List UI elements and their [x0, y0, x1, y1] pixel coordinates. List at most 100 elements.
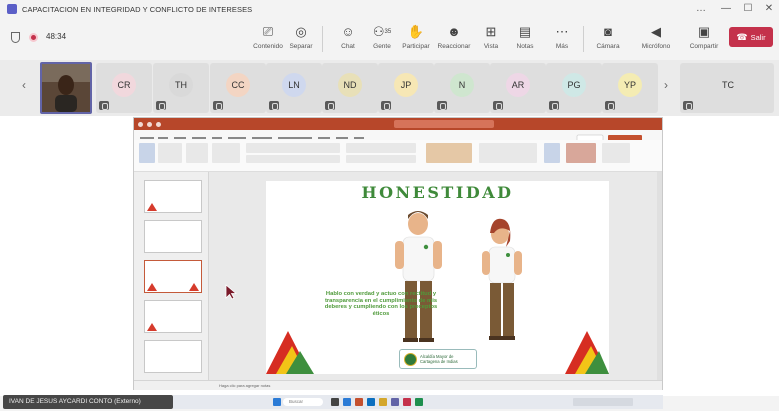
- slide-thumbnail-selected[interactable]: [144, 260, 202, 293]
- slide-thumbnail[interactable]: [144, 220, 202, 253]
- participant-tile[interactable]: TC: [680, 63, 774, 113]
- paragraph-align-group[interactable]: [346, 155, 416, 163]
- search-input[interactable]: [394, 120, 494, 128]
- editing-group[interactable]: [479, 143, 537, 163]
- new-slide-button[interactable]: [186, 143, 208, 163]
- self-video-tile[interactable]: [40, 62, 92, 114]
- avatar: LN: [282, 73, 306, 97]
- ribbon-tabs: [134, 130, 662, 142]
- vertical-scrollbar[interactable]: [657, 172, 662, 380]
- microphone-button[interactable]: ◀ Micrófono: [638, 22, 674, 58]
- participant-tile[interactable]: N: [434, 63, 490, 113]
- slide-thumbnail[interactable]: [144, 180, 202, 213]
- participants-strip: ‹ › CR TH CC LN ND JP N AR PG YP TC: [0, 60, 779, 116]
- clipboard-group[interactable]: [158, 143, 182, 163]
- avatar: JP: [394, 73, 418, 97]
- participant-tile[interactable]: YP: [602, 63, 658, 113]
- close-button[interactable]: ✕: [758, 0, 779, 18]
- more-options-icon[interactable]: …: [690, 0, 712, 18]
- paste-button[interactable]: [139, 143, 155, 163]
- presenter-name-label: IVAN DE JESUS AYCARDI CONTO (Externo): [3, 395, 173, 409]
- share-button[interactable]: ▣ Compartir: [686, 22, 722, 58]
- font-format-group[interactable]: [246, 155, 340, 163]
- camera-button[interactable]: ◙ Cámara: [590, 22, 626, 58]
- leave-button[interactable]: ☎ Salir: [729, 27, 773, 47]
- chevron-left-icon[interactable]: ‹: [22, 78, 26, 92]
- designer-button[interactable]: [566, 143, 596, 163]
- folder-icon[interactable]: [379, 398, 387, 406]
- paragraph-group[interactable]: [346, 143, 416, 153]
- dictate-button[interactable]: [544, 143, 560, 163]
- minimize-button[interactable]: —: [715, 0, 737, 18]
- notes-icon: ▤: [518, 24, 532, 39]
- slide-thumbnails-pane: [134, 172, 209, 380]
- share-content-button[interactable]: ⎚ Contenido: [250, 22, 286, 58]
- more-button[interactable]: ⋯ Más: [544, 22, 580, 58]
- mic-muted-icon: [156, 101, 166, 110]
- windows-start-icon[interactable]: [273, 398, 281, 406]
- excel-icon[interactable]: [415, 398, 423, 406]
- camera-off-icon: ◙: [604, 24, 612, 39]
- windows-taskbar: Buscar: [173, 395, 663, 409]
- mic-muted-icon: [683, 101, 693, 110]
- slide-title: HONESTIDAD: [361, 183, 514, 202]
- mic-muted-icon: [437, 101, 447, 110]
- participant-tile[interactable]: AR: [490, 63, 546, 113]
- mouse-cursor-icon: [225, 284, 237, 300]
- share-icon: ▣: [697, 24, 711, 39]
- avatar: N: [450, 73, 474, 97]
- notes-button[interactable]: ▤ Notas: [507, 22, 543, 58]
- slide-body-text: Hablo con verdad y actuo con rectitud y …: [324, 291, 438, 317]
- drawing-group[interactable]: [426, 143, 472, 163]
- mic-muted-icon: [381, 101, 391, 110]
- teams-taskbar-icon[interactable]: [391, 398, 399, 406]
- mic-muted-icon: [493, 101, 503, 110]
- window-title-bar: CAPACITACION EN INTEGRIDAD Y CONFLICTO D…: [0, 0, 779, 18]
- slides-group[interactable]: [212, 143, 240, 163]
- participant-tile[interactable]: JP: [378, 63, 434, 113]
- chat-button[interactable]: ☺ Chat: [330, 22, 366, 58]
- recording-icon: [29, 33, 38, 42]
- app-taskbar-icon[interactable]: [403, 398, 411, 406]
- taskbar-search-input[interactable]: Buscar: [283, 398, 323, 406]
- notes-status-bar[interactable]: Haga clic para agregar notas: [134, 380, 662, 390]
- avatar: CR: [112, 73, 136, 97]
- react-button[interactable]: ☻ Reaccionar: [436, 22, 472, 58]
- ribbon-toolbar: [134, 140, 662, 172]
- people-button[interactable]: ⚇35 Gente: [364, 22, 400, 58]
- avatar: AR: [506, 73, 530, 97]
- participant-tile[interactable]: TH: [153, 63, 209, 113]
- participant-tile[interactable]: PG: [546, 63, 602, 113]
- powerpoint-title-bar: [134, 118, 662, 130]
- participant-tile[interactable]: LN: [266, 63, 322, 113]
- system-tray[interactable]: [573, 398, 633, 406]
- add-ins-button[interactable]: [602, 143, 630, 163]
- avatar: YP: [618, 73, 642, 97]
- font-group[interactable]: [246, 143, 340, 153]
- file-explorer-icon[interactable]: [343, 398, 351, 406]
- slide-thumbnail[interactable]: [144, 300, 202, 333]
- shield-icon: [11, 32, 20, 43]
- current-slide[interactable]: HONESTIDAD Hablo con verdad y actuo con …: [266, 181, 609, 374]
- avatar: ND: [338, 73, 362, 97]
- separate-button[interactable]: ◎ Separar: [283, 22, 319, 58]
- more-icon: ⋯: [555, 24, 569, 39]
- participant-tile[interactable]: ND: [322, 63, 378, 113]
- view-button[interactable]: ⊞ Vista: [473, 22, 509, 58]
- task-view-icon[interactable]: [331, 398, 339, 406]
- alcaldia-logo: Alcaldía Mayor de Cartagena de Indias: [399, 349, 477, 369]
- view-icon: ⊞: [485, 24, 497, 39]
- participant-tile[interactable]: CC: [210, 63, 266, 113]
- powerpoint-taskbar-icon[interactable]: [355, 398, 363, 406]
- maximize-button[interactable]: ☐: [737, 0, 759, 18]
- phone-hangup-icon: ☎: [736, 31, 748, 42]
- people-icon: ⚇35: [372, 24, 392, 39]
- chevron-right-icon[interactable]: ›: [664, 78, 668, 92]
- slide-thumbnail[interactable]: [144, 340, 202, 373]
- participant-tile[interactable]: CR: [96, 63, 152, 113]
- edge-icon[interactable]: [367, 398, 375, 406]
- raise-hand-button[interactable]: ✋ Participar: [398, 22, 434, 58]
- mic-muted-icon: [325, 101, 335, 110]
- avatar: TC: [722, 80, 734, 90]
- people-count-badge: 35: [384, 29, 392, 35]
